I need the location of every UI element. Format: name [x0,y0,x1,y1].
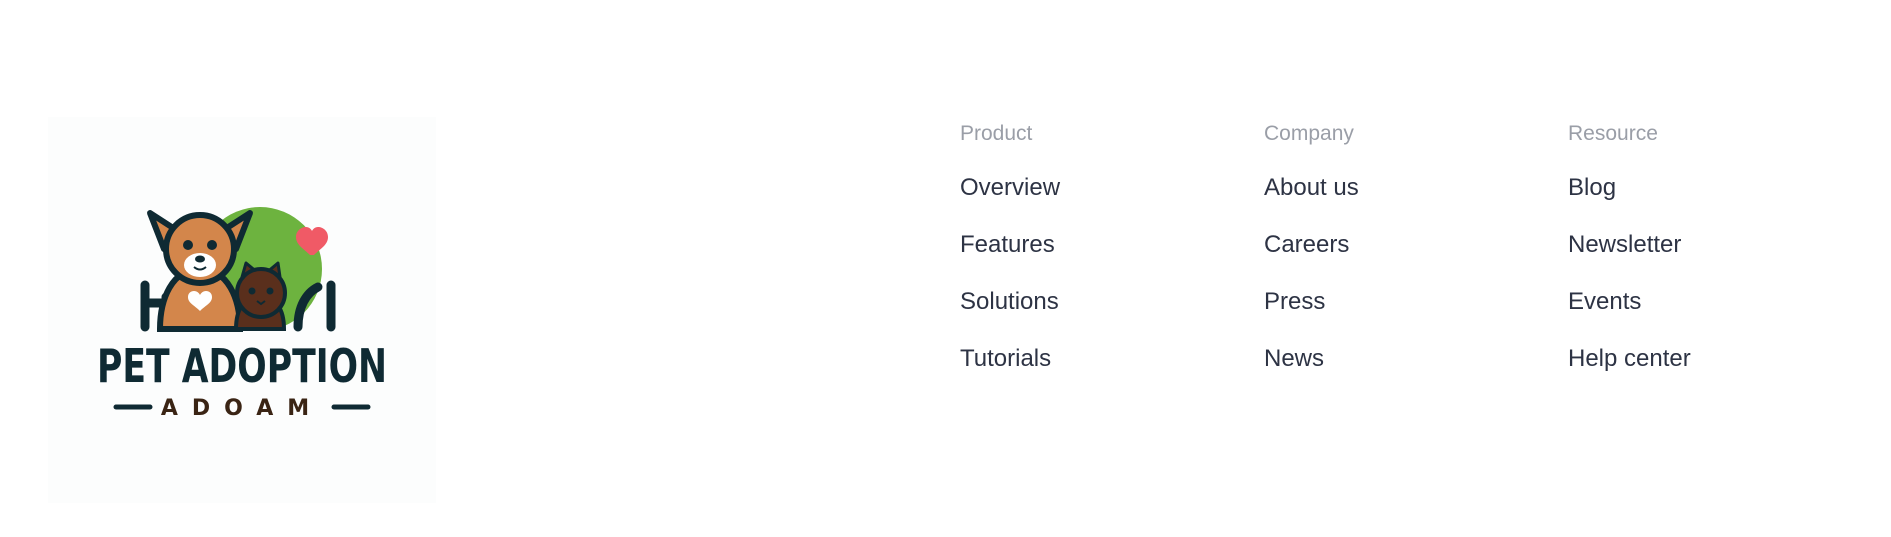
list-item: Events [1568,288,1828,316]
footer-column-resource: Resource Blog Newsletter Events Help cen… [1568,121,1828,402]
footer-heading-resource: Resource [1568,122,1658,145]
footer-link-tutorials[interactable]: Tutorials [960,345,1051,372]
list-item: Careers [1264,231,1524,259]
logo-subtitle: ADOAM [161,396,323,421]
footer-heading-product: Product [960,122,1033,145]
list-item: Blog [1568,174,1828,202]
list-item: News [1264,345,1524,373]
footer-link-about-us[interactable]: About us [1264,174,1359,201]
footer-column-product: Product Overview Features Solutions Tuto… [960,121,1220,402]
pet-adoption-logo-image: PET ADOPTION ADOAM [97,207,387,421]
list-item: Newsletter [1568,231,1828,259]
footer-link-overview[interactable]: Overview [960,174,1060,201]
footer-link-events[interactable]: Events [1568,288,1641,315]
footer-link-help-center[interactable]: Help center [1568,345,1691,372]
footer-link-press[interactable]: Press [1264,288,1325,315]
logo[interactable]: PET ADOPTION ADOAM [48,117,436,503]
footer-heading-company: Company [1264,122,1354,145]
list-item: Solutions [960,288,1220,316]
footer-link-list-product: Overview Features Solutions Tutorials [960,174,1220,373]
footer-link-newsletter[interactable]: Newsletter [1568,231,1681,258]
footer-column-company: Company About us Careers Press News [1264,121,1524,402]
list-item: Overview [960,174,1220,202]
list-item: About us [1264,174,1524,202]
footer-link-news[interactable]: News [1264,345,1324,372]
footer-link-solutions[interactable]: Solutions [960,288,1059,315]
list-item: Tutorials [960,345,1220,373]
cat-icon [233,261,287,331]
list-item: Help center [1568,345,1828,373]
footer-link-list-resource: Blog Newsletter Events Help center [1568,174,1828,373]
list-item: Features [960,231,1220,259]
footer-link-careers[interactable]: Careers [1264,231,1349,258]
footer-link-list-company: About us Careers Press News [1264,174,1524,373]
list-item: Press [1264,288,1524,316]
footer-link-features[interactable]: Features [960,231,1055,258]
logo-wordmark: PET ADOPTION [97,339,387,393]
footer-link-blog[interactable]: Blog [1568,174,1616,201]
